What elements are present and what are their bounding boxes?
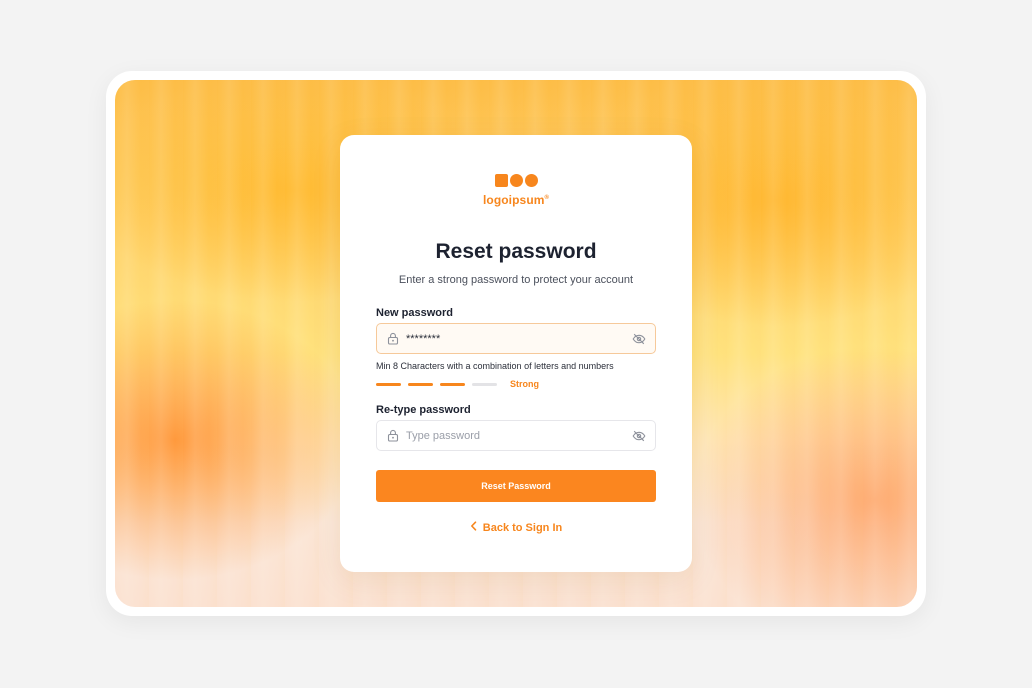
strength-segment <box>472 382 497 386</box>
logo-wordmark-text: logoipsum <box>482 192 545 207</box>
logo-square-shape <box>494 173 508 187</box>
password-strength-meter: Strong <box>376 379 539 389</box>
lock-icon <box>386 429 400 443</box>
strength-label: Strong <box>510 379 539 389</box>
chevron-left-icon <box>470 521 477 534</box>
new-password-field[interactable] <box>376 323 656 354</box>
strength-segment <box>408 382 433 386</box>
password-hint: Min 8 Characters with a combination of l… <box>376 361 614 371</box>
eye-off-icon[interactable] <box>632 429 646 443</box>
new-password-input[interactable] <box>406 324 632 353</box>
back-to-sign-in-link[interactable]: Back to Sign In <box>340 521 692 534</box>
eye-off-icon[interactable] <box>632 332 646 346</box>
page-title: Reset password <box>435 240 597 263</box>
logo-registered-mark: ® <box>544 194 550 201</box>
lock-icon <box>386 332 400 346</box>
logo-circle-shape <box>509 173 523 187</box>
strength-segment <box>440 382 465 386</box>
retype-password-label: Re-type password <box>376 404 471 416</box>
retype-password-input[interactable] <box>406 421 632 450</box>
brand-logo: logoipsum® <box>340 173 692 207</box>
strength-segment <box>376 382 401 386</box>
retype-password-field[interactable] <box>376 420 656 451</box>
logo-mark-icon <box>494 173 538 187</box>
reset-password-card: logoipsum® Reset password Enter a strong… <box>340 135 692 572</box>
new-password-label: New password <box>376 307 454 319</box>
back-to-sign-in-label: Back to Sign In <box>482 521 563 534</box>
logo-circle-shape <box>524 173 538 187</box>
reset-password-button[interactable]: Reset Password <box>376 470 656 502</box>
logo-wordmark: logoipsum® <box>340 193 692 207</box>
page-subtitle: Enter a strong password to protect your … <box>398 274 634 286</box>
